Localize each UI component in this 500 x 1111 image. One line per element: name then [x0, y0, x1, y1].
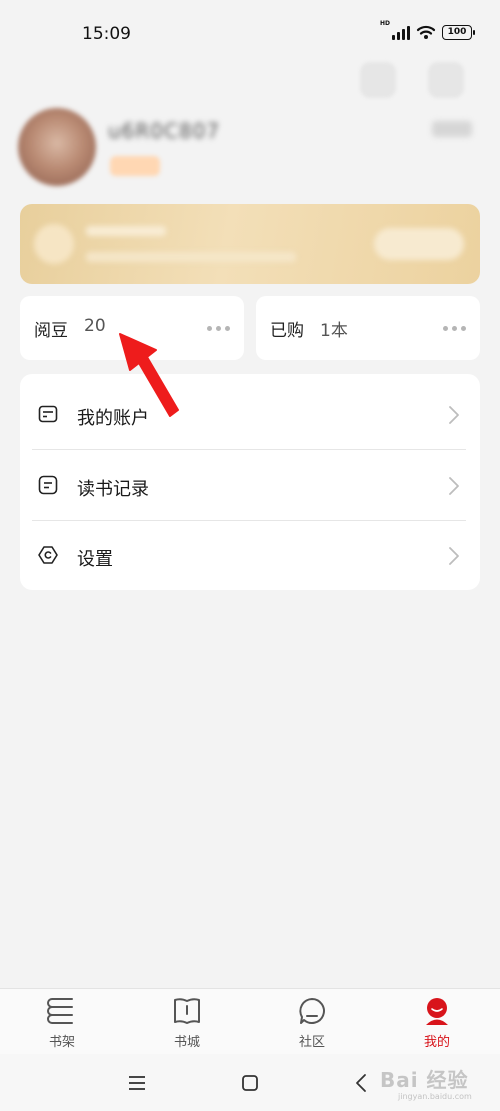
menu-item-label: 读书记录 — [77, 479, 149, 500]
watermark-logo: Bai 经验 — [380, 1068, 469, 1092]
menu-item-account[interactable]: 我的账户 — [20, 378, 480, 450]
status-icons: HD 100 — [380, 20, 475, 40]
avatar[interactable] — [18, 108, 96, 186]
home-icon[interactable] — [239, 1072, 261, 1094]
menu-item-reading-record[interactable]: 读书记录 — [20, 449, 480, 521]
scan-button[interactable] — [360, 62, 396, 98]
purchased-value: 1本 — [320, 321, 348, 341]
watermark-url: jingyan.baidu.com — [398, 1092, 472, 1101]
wifi-icon — [416, 25, 436, 39]
back-icon[interactable] — [351, 1072, 373, 1094]
reading-beans-label: 阅豆 — [34, 321, 68, 341]
annotation-arrow-icon — [119, 333, 179, 417]
tab-community[interactable]: 社区 — [262, 989, 362, 1055]
menu-icon[interactable] — [126, 1072, 148, 1094]
signal-icon: HD — [380, 20, 410, 40]
status-time: 15:09 — [82, 24, 131, 44]
settings-hex-icon — [38, 546, 58, 564]
tab-label: 书架 — [48, 1035, 75, 1050]
more-dots-icon[interactable] — [443, 326, 466, 331]
menu-item-settings[interactable]: 设置 — [20, 519, 480, 591]
bookstore-icon — [174, 998, 200, 1024]
tab-label: 书城 — [173, 1035, 200, 1050]
menu-card: 我的账户 读书记录 设置 — [20, 374, 480, 590]
tab-mine[interactable]: 我的 — [387, 989, 487, 1055]
profile-icon — [426, 998, 448, 1025]
purchased-card[interactable]: 已购 1本 — [256, 296, 480, 360]
bottom-nav: 书架 书城 社区 我的 — [0, 988, 500, 1054]
community-icon — [299, 998, 325, 1024]
purchased-label: 已购 — [270, 321, 304, 341]
reading-beans-value: 20 — [84, 316, 106, 336]
vip-crown-icon — [34, 224, 74, 264]
edit-profile-link[interactable] — [432, 121, 472, 137]
username: u6R0C807 — [108, 119, 221, 143]
bookshelf-icon — [47, 998, 73, 1024]
chevron-right-icon — [449, 547, 459, 565]
chevron-right-icon — [449, 477, 459, 495]
message-button[interactable] — [428, 62, 464, 98]
wallet-card-icon — [38, 405, 58, 423]
chevron-right-icon — [449, 406, 459, 424]
more-dots-icon[interactable] — [207, 326, 230, 331]
vip-tag[interactable] — [110, 156, 160, 176]
status-bar: 15:09 HD 100 — [0, 0, 500, 70]
vip-banner[interactable] — [20, 204, 480, 284]
menu-item-label: 设置 — [77, 549, 113, 570]
reading-record-icon — [38, 475, 58, 495]
battery-icon: 100 — [442, 24, 475, 40]
tab-label: 我的 — [423, 1035, 450, 1050]
tab-label: 社区 — [298, 1035, 325, 1050]
tab-bookstore[interactable]: 书城 — [137, 989, 237, 1055]
profile-screen: 15:09 HD 100 u6R0C807 阅豆 20 已购 1本 我的账户 读… — [0, 0, 500, 1111]
vip-open-button[interactable] — [374, 228, 464, 260]
tab-bookshelf[interactable]: 书架 — [12, 989, 112, 1055]
